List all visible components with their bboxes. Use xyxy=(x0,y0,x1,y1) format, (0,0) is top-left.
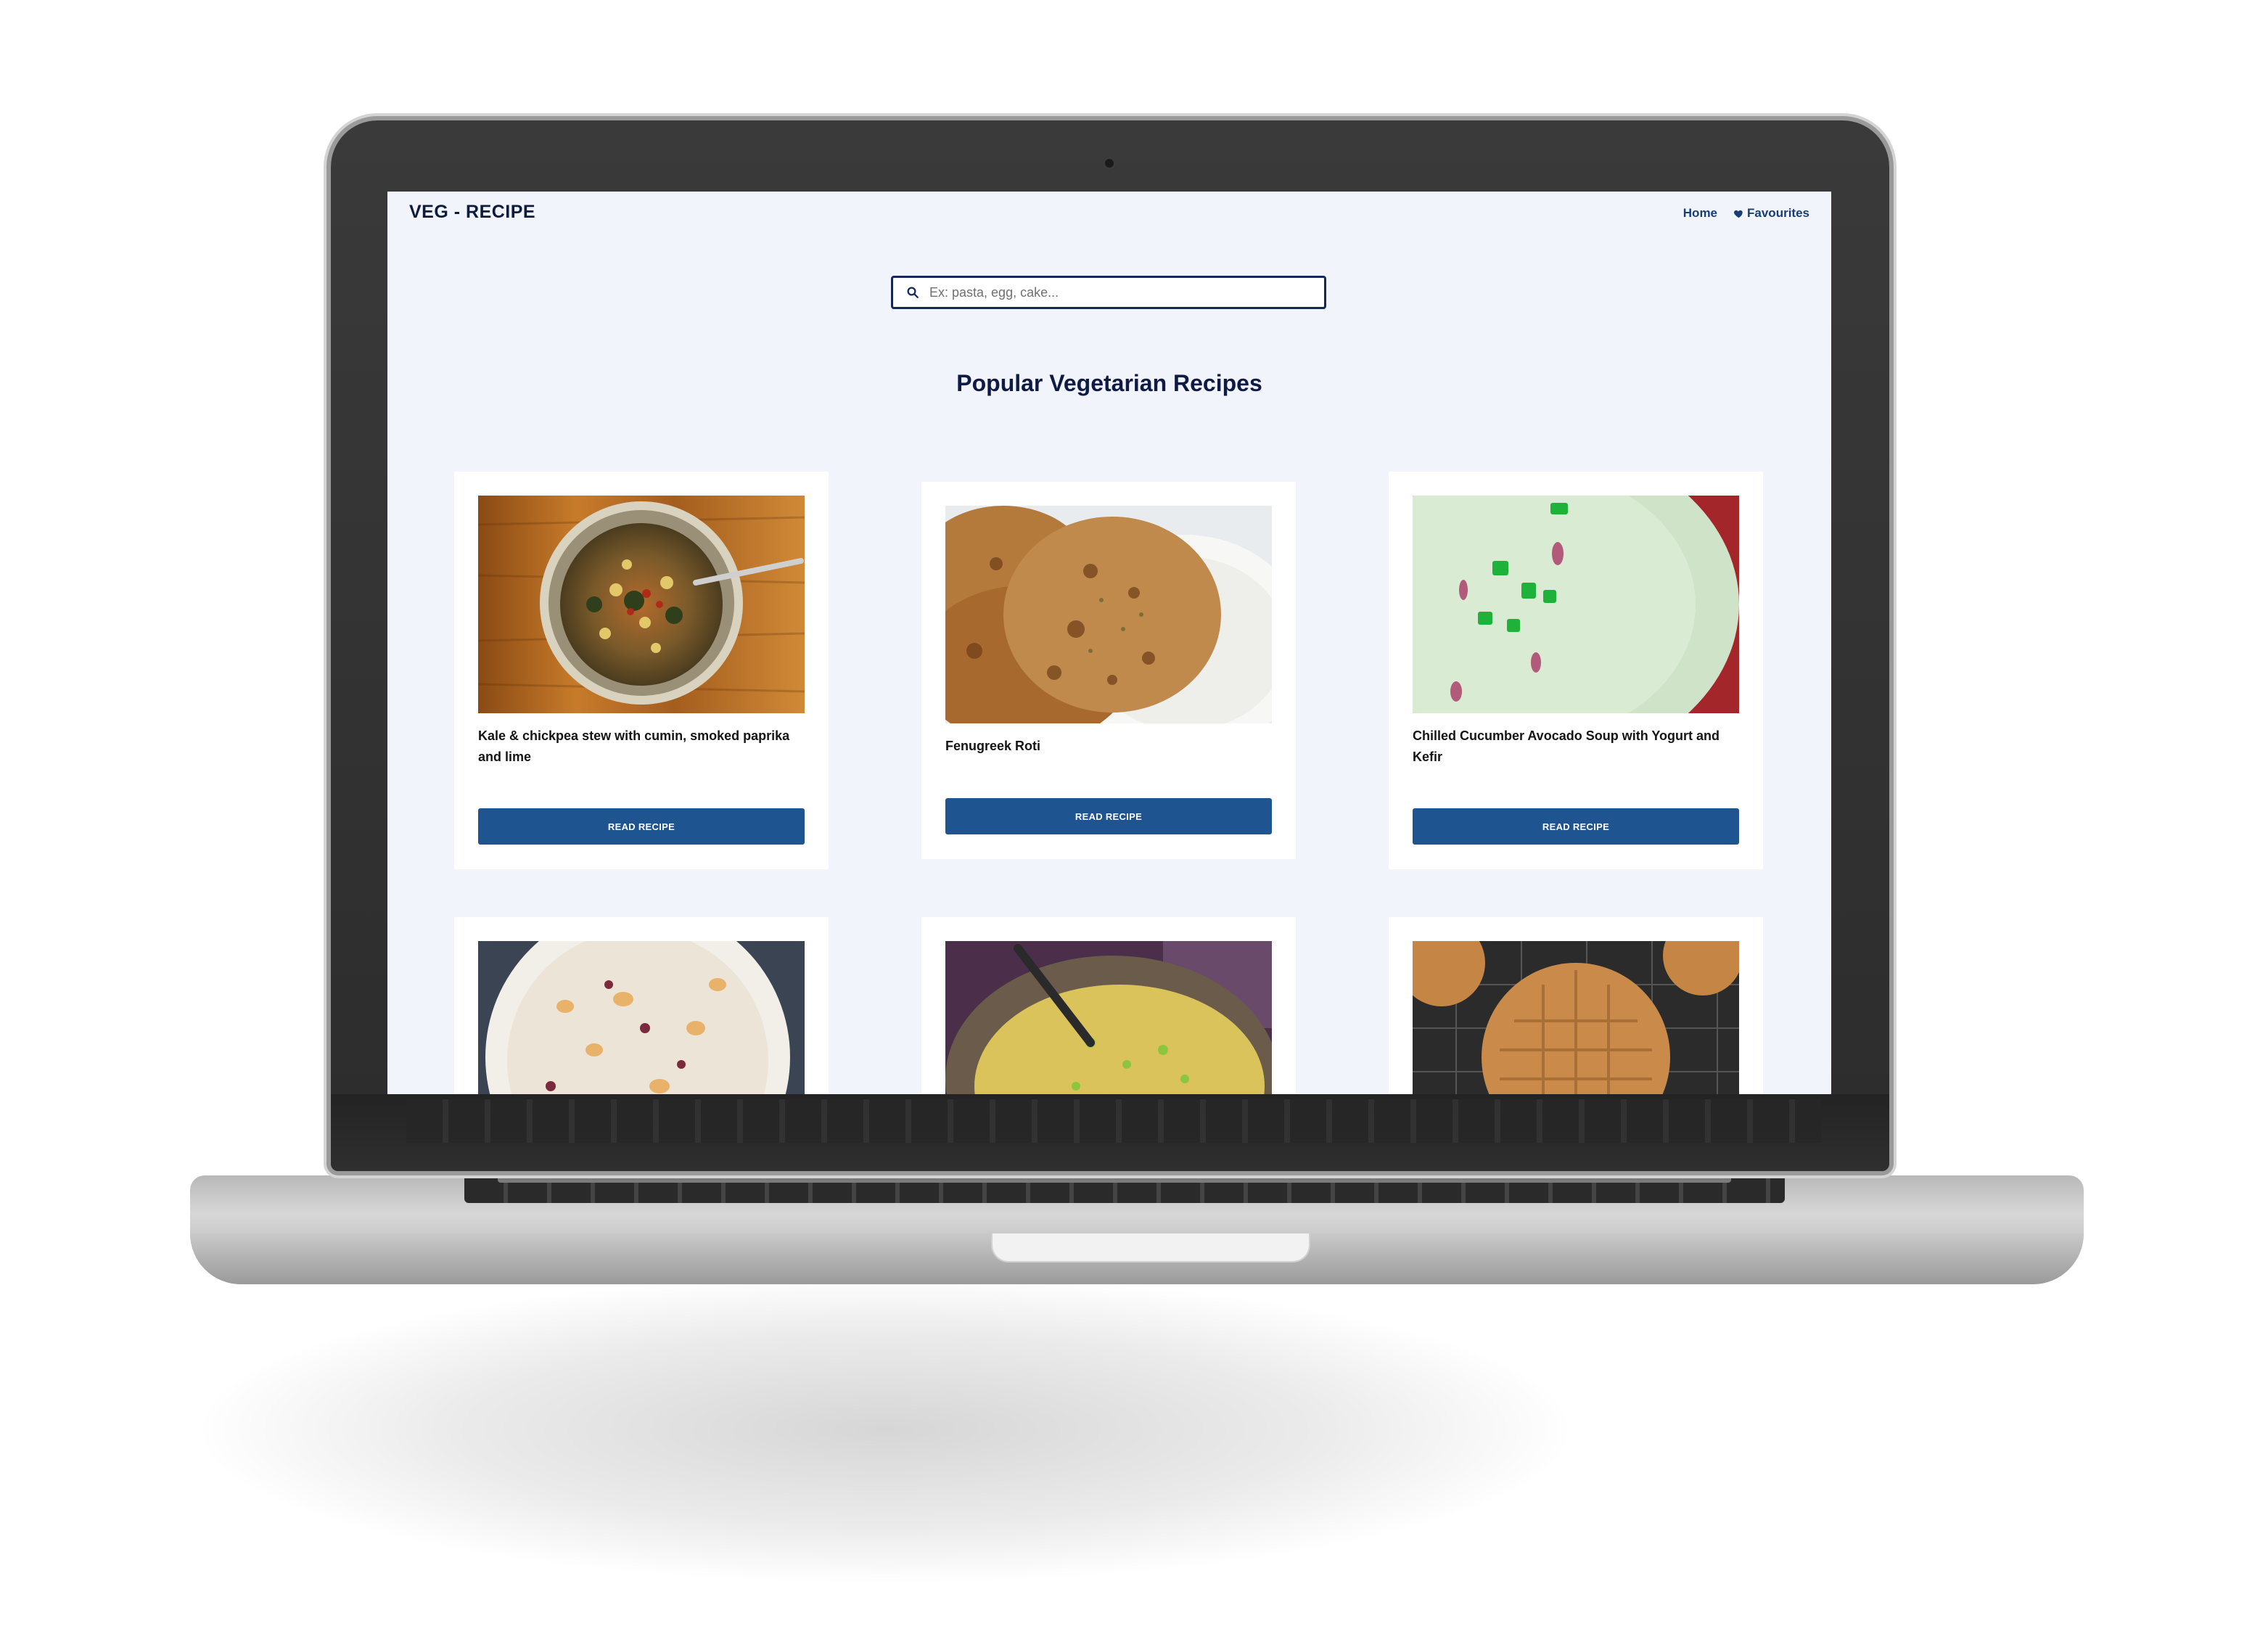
recipe-title[interactable]: Fenugreek Roti xyxy=(945,736,1272,757)
recipe-card: Fenugreek Roti READ RECIPE xyxy=(921,482,1296,859)
read-recipe-button[interactable]: READ RECIPE xyxy=(1413,808,1739,845)
nav-favourites-link[interactable]: Favourites xyxy=(1733,206,1809,221)
recipe-image-cookies[interactable] xyxy=(1413,941,1739,1094)
heart-icon xyxy=(1734,210,1743,218)
recipe-image-soup[interactable] xyxy=(1413,496,1739,713)
mockup-stage: VEG - RECIPE Home Favourites Popular Veg… xyxy=(0,0,2268,1634)
browser-screen: VEG - RECIPE Home Favourites Popular Veg… xyxy=(387,192,1831,1094)
site-logo[interactable]: VEG - RECIPE xyxy=(409,202,535,223)
recipe-image-stew[interactable] xyxy=(478,496,805,713)
keyboard-reflection xyxy=(406,1099,1821,1143)
read-recipe-button[interactable]: READ RECIPE xyxy=(478,808,805,845)
recipe-title[interactable]: Kale & chickpea stew with cumin, smoked … xyxy=(478,726,805,768)
search-bar xyxy=(891,276,1326,309)
top-navbar: VEG - RECIPE Home Favourites xyxy=(387,192,1831,235)
laptop-notch xyxy=(991,1233,1310,1263)
recipe-card: Chilled Cucumber Avocado Soup with Yogur… xyxy=(1389,472,1763,869)
nav-links: Home Favourites xyxy=(1683,206,1809,221)
recipe-card xyxy=(921,917,1296,1094)
read-recipe-button[interactable]: READ RECIPE xyxy=(945,798,1272,834)
nav-favourites-label: Favourites xyxy=(1747,206,1809,220)
recipe-card xyxy=(454,917,829,1094)
recipe-image-oat-bowl[interactable] xyxy=(478,941,805,1094)
webcam xyxy=(1103,157,1116,170)
recipe-title[interactable]: Chilled Cucumber Avocado Soup with Yogur… xyxy=(1413,726,1739,768)
search-icon[interactable] xyxy=(902,282,924,303)
laptop-shadow xyxy=(203,1277,1567,1582)
search-input[interactable] xyxy=(929,284,1307,300)
recipe-image-quinoa[interactable] xyxy=(945,941,1272,1094)
recipe-card: Kale & chickpea stew with cumin, smoked … xyxy=(454,472,829,869)
recipe-card xyxy=(1389,917,1763,1094)
page-heading: Popular Vegetarian Recipes xyxy=(956,370,1262,396)
recipe-image-roti[interactable] xyxy=(945,506,1272,723)
nav-home-link[interactable]: Home xyxy=(1683,206,1717,221)
